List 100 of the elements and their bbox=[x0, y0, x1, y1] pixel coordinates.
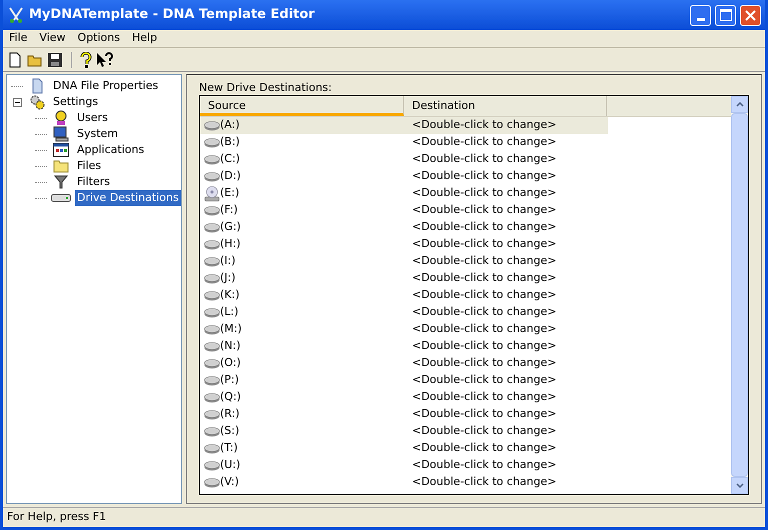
tree-item[interactable]: Files bbox=[75, 158, 104, 174]
table-cell-text: <Double-click to change> bbox=[411, 117, 556, 134]
application-window-icon bbox=[53, 142, 69, 158]
table-row[interactable]: (P:) <Double-click to change> bbox=[200, 372, 608, 389]
drive-icon bbox=[204, 274, 220, 284]
table-cell-text: (D:) bbox=[220, 168, 241, 184]
drive-icon bbox=[204, 444, 220, 454]
drive-icon bbox=[204, 256, 220, 266]
table-cell-text: (H:) bbox=[220, 236, 241, 252]
table-row[interactable]: (B:) <Double-click to change> bbox=[200, 134, 608, 151]
table-row[interactable]: (J:) <Double-click to change> bbox=[200, 270, 608, 287]
table-row[interactable]: (D:) <Double-click to change> bbox=[200, 168, 608, 185]
save-icon[interactable] bbox=[47, 52, 63, 68]
table-row[interactable]: (O:) <Double-click to change> bbox=[200, 355, 608, 372]
table-cell-text: (C:) bbox=[220, 151, 240, 168]
table-cell-text: (J:) bbox=[220, 270, 236, 286]
table-row[interactable]: (H:) <Double-click to change> bbox=[200, 236, 608, 253]
table-cell-text: <Double-click to change> bbox=[411, 321, 556, 338]
table-cell-text: (T:) bbox=[220, 440, 238, 456]
table-row[interactable]: (Q:) <Double-click to change> bbox=[200, 389, 608, 406]
drive-icon bbox=[204, 308, 220, 318]
tree-item[interactable]: System bbox=[75, 126, 120, 142]
drive-icon bbox=[204, 342, 220, 352]
scrollbar[interactable] bbox=[731, 96, 748, 494]
menu-item[interactable]: View bbox=[33, 30, 72, 47]
table-cell-text: <Double-click to change> bbox=[411, 457, 556, 474]
table-cell-text: (L:) bbox=[220, 304, 238, 320]
table-cell-text: <Double-click to change> bbox=[411, 389, 556, 406]
drive-icon bbox=[51, 193, 71, 203]
table-cell-text: (M:) bbox=[220, 321, 242, 338]
table-cell-text: (V:) bbox=[220, 474, 239, 490]
computer-icon bbox=[53, 126, 69, 142]
menu-item[interactable]: Options bbox=[72, 30, 126, 47]
close-icon bbox=[745, 10, 756, 20]
table-row[interactable]: (K:) <Double-click to change> bbox=[200, 287, 608, 304]
table-cell-text: <Double-click to change> bbox=[411, 219, 556, 236]
menu-item[interactable]: Help bbox=[126, 30, 164, 47]
table-row[interactable]: (N:) <Double-click to change> bbox=[200, 338, 608, 355]
table-cell-text: <Double-click to change> bbox=[411, 304, 556, 320]
table-cell-text: (E:) bbox=[220, 185, 240, 202]
drive-icon bbox=[204, 478, 220, 488]
table-row[interactable]: (S:) <Double-click to change> bbox=[200, 423, 608, 440]
user-icon bbox=[53, 110, 69, 126]
table-row[interactable]: (I:) <Double-click to change> bbox=[200, 253, 608, 270]
tree-item[interactable]: Filters bbox=[75, 174, 112, 190]
table-row[interactable]: (M:) <Double-click to change> bbox=[200, 321, 608, 338]
table-cell-text: <Double-click to change> bbox=[411, 474, 556, 490]
table-row[interactable]: (E:) <Double-click to change> bbox=[200, 185, 608, 202]
tree-item[interactable]: Users bbox=[75, 110, 110, 126]
drive-icon bbox=[204, 120, 220, 130]
drive-icon bbox=[204, 290, 220, 300]
table-cell-text: (K:) bbox=[220, 287, 240, 304]
table-cell-text: <Double-click to change> bbox=[411, 440, 556, 456]
table-row[interactable]: (A:) <Double-click to change> bbox=[200, 117, 608, 134]
table-cell-text: <Double-click to change> bbox=[411, 202, 556, 218]
new-file-icon[interactable] bbox=[7, 52, 23, 68]
table-cell-text: <Double-click to change> bbox=[411, 185, 556, 202]
table-cell-text: (F:) bbox=[220, 202, 238, 218]
drive-icon bbox=[204, 206, 220, 216]
table-cell-text: <Double-click to change> bbox=[411, 270, 556, 286]
table-row[interactable]: (V:) <Double-click to change> bbox=[200, 474, 608, 491]
tree-item[interactable]: Applications bbox=[75, 142, 146, 158]
table-cell-text: (G:) bbox=[220, 219, 241, 236]
table-row[interactable]: (G:) <Double-click to change> bbox=[200, 219, 608, 236]
table-cell-text: <Double-click to change> bbox=[411, 406, 556, 422]
drive-icon bbox=[204, 460, 220, 470]
drive-icon bbox=[204, 154, 220, 164]
minus-icon bbox=[14, 100, 20, 104]
table-cell-text: <Double-click to change> bbox=[411, 372, 556, 388]
table-cell-text: (I:) bbox=[220, 253, 236, 270]
tree-item[interactable]: Drive Destinations bbox=[75, 190, 181, 206]
drive-icon bbox=[204, 376, 220, 386]
table-cell-text: <Double-click to change> bbox=[411, 355, 556, 372]
table-row[interactable]: (F:) <Double-click to change> bbox=[200, 202, 608, 219]
help-icon[interactable] bbox=[80, 52, 92, 68]
tree-item[interactable]: Settings bbox=[51, 94, 100, 110]
table-cell-text: (U:) bbox=[220, 457, 240, 474]
table-cell-text: <Double-click to change> bbox=[411, 287, 556, 304]
collapse-toggle[interactable] bbox=[12, 98, 22, 106]
table-cell-text: (S:) bbox=[220, 423, 240, 440]
drive-icon bbox=[204, 392, 220, 402]
context-help-icon[interactable] bbox=[96, 52, 114, 68]
drive-icon bbox=[204, 172, 220, 182]
table-cell-text: (N:) bbox=[220, 338, 241, 354]
table-row[interactable]: (U:) <Double-click to change> bbox=[200, 457, 608, 474]
folder-icon bbox=[53, 159, 69, 173]
table-row[interactable]: (R:) <Double-click to change> bbox=[200, 406, 608, 423]
tree-item[interactable]: DNA File Properties bbox=[51, 78, 160, 94]
table-row[interactable]: (L:) <Double-click to change> bbox=[200, 304, 608, 321]
document-icon bbox=[30, 78, 44, 94]
drive-icon bbox=[204, 324, 220, 334]
maximize-button[interactable] bbox=[715, 4, 736, 26]
table-row[interactable]: (T:) <Double-click to change> bbox=[200, 440, 608, 457]
close-button[interactable] bbox=[740, 4, 761, 26]
menu-item[interactable]: File bbox=[3, 30, 34, 47]
drive-icon bbox=[204, 138, 220, 148]
table-cell-text: (A:) bbox=[220, 117, 240, 134]
minimize-button[interactable] bbox=[690, 4, 711, 26]
table-row[interactable]: (C:) <Double-click to change> bbox=[200, 151, 608, 168]
column-header[interactable]: Destination bbox=[404, 96, 607, 116]
